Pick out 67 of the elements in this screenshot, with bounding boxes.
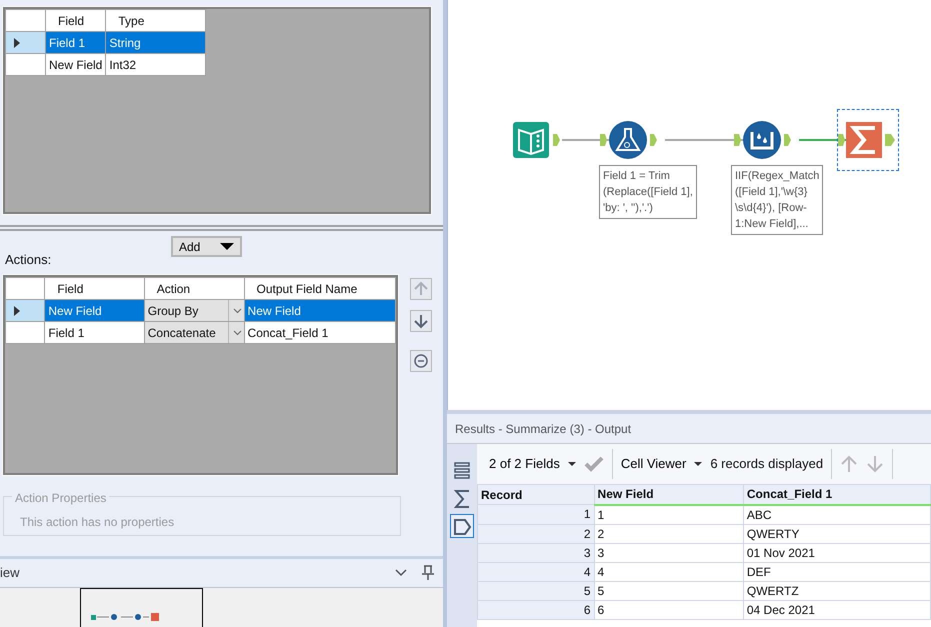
action-dropdown[interactable]: Group By [144, 300, 244, 321]
viewer-dropdown[interactable]: Cell Viewer [620, 454, 702, 474]
book-tool-icon[interactable] [513, 120, 561, 160]
chevron-down-icon [233, 308, 242, 314]
table-cell: ABC [743, 504, 930, 524]
table-cell: 6 [594, 600, 744, 619]
table-cell: 1 [594, 504, 744, 524]
column-header[interactable]: Field [44, 278, 144, 300]
chevron-down-icon [233, 330, 242, 336]
table-cell[interactable]: New Field [44, 300, 144, 322]
remove-button[interactable] [410, 350, 432, 372]
record-number: 5 [478, 581, 594, 600]
record-number: 1 [478, 504, 594, 524]
row-header[interactable] [6, 300, 45, 322]
record-number: 4 [478, 562, 594, 581]
table-cell[interactable]: Concat_Field 1 [244, 322, 396, 344]
annotation-text: IIF(Regex_Match ([Field 1],'\w{3} \s\d{4}'), [Row- 1:New Field],... [731, 165, 824, 235]
minus-circle-icon [414, 354, 428, 368]
record-number: 3 [478, 543, 594, 562]
table-cell: 3 [594, 543, 744, 562]
pin-icon[interactable] [421, 565, 435, 581]
record-number: 6 [478, 600, 594, 619]
column-header[interactable]: Action [144, 278, 244, 300]
record-number: 2 [478, 524, 594, 543]
properties-text: This action has no properties [20, 515, 174, 529]
row-pointer-icon [14, 38, 20, 48]
sigma-tool-icon[interactable] [838, 120, 898, 160]
down-arrow-icon [413, 313, 429, 329]
table-cell[interactable]: Field 1 [46, 32, 106, 54]
flask-tool-icon[interactable] [600, 120, 658, 160]
row-header[interactable] [6, 32, 46, 54]
table-cell: QWERTZ [743, 581, 930, 600]
table-cell[interactable]: Int32 [106, 54, 206, 76]
table-cell: QWERTY [743, 524, 930, 543]
chevron-down-icon[interactable] [395, 569, 407, 577]
table-cell[interactable]: New Field [46, 54, 106, 76]
table-cell: 4 [594, 562, 744, 581]
annotation-text: Field 1 = Trim (Replace([Field 1], 'by: ', ''),'.') [599, 165, 697, 219]
up-arrow-icon [413, 281, 429, 297]
column-header[interactable]: Record [478, 484, 594, 504]
results-title: Results - Summarize (3) - Output [455, 422, 632, 436]
checkmark-icon[interactable] [584, 456, 604, 472]
list-icon [452, 460, 472, 480]
table-cell[interactable]: New Field [244, 300, 396, 322]
column-header[interactable]: Output Field Name [244, 278, 396, 300]
table-cell: 04 Dec 2021 [743, 600, 930, 619]
actions-label: Actions: [5, 251, 52, 269]
move-down-button[interactable] [410, 310, 432, 332]
column-header[interactable]: New Field [594, 484, 744, 504]
records-count: 6 records displayed [710, 455, 824, 474]
table-cell[interactable]: String [106, 32, 206, 54]
column-header[interactable]: Type [106, 10, 206, 32]
tag-tab[interactable] [450, 514, 474, 538]
table-cell: 5 [594, 581, 744, 600]
table-cell: DEF [743, 562, 930, 581]
fields-dropdown[interactable]: 2 of 2 Fields [489, 454, 576, 474]
row-pointer-icon [14, 306, 20, 316]
table-cell: 2 [594, 524, 744, 543]
table-cell: 01 Nov 2021 [743, 543, 930, 562]
panel-title: iew [0, 564, 20, 582]
add-dropdown[interactable]: Add [171, 236, 242, 257]
drops-tool-icon[interactable] [734, 120, 792, 160]
caret-icon [220, 243, 234, 250]
table-cell[interactable]: Field 1 [44, 322, 144, 344]
column-header[interactable]: Concat_Field 1 [743, 484, 930, 504]
action-dropdown[interactable]: Concatenate [144, 322, 244, 343]
sigma-icon [452, 488, 472, 508]
